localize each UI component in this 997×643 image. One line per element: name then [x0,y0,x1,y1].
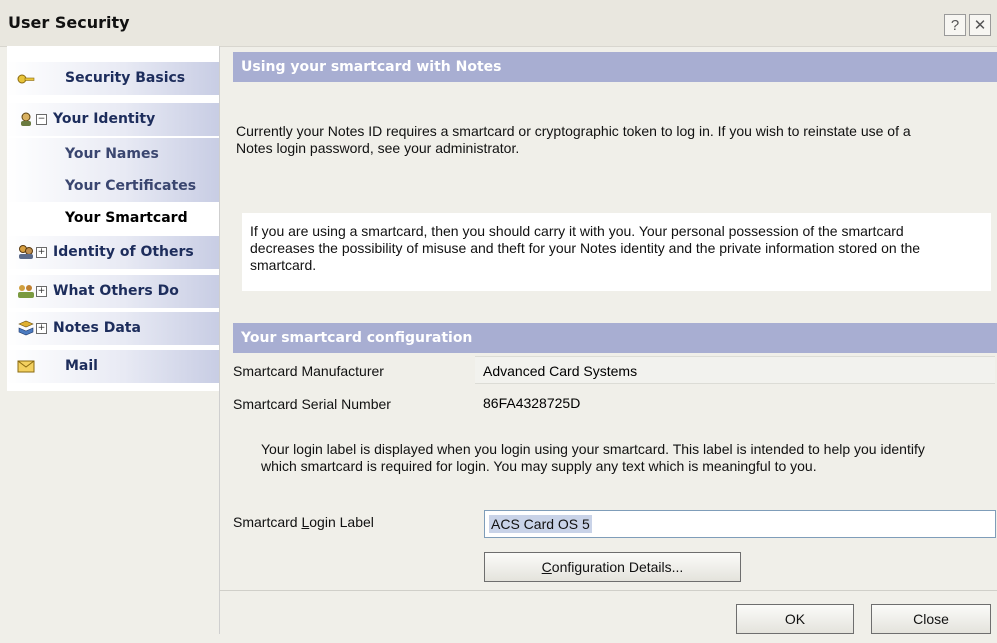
info-text: If you are using a smartcard, then you s… [250,223,921,273]
manufacturer-label: Smartcard Manufacturer [233,363,384,379]
sidebar-empty-area [7,391,219,634]
identity-icon [17,111,35,127]
sidebar-item-your-certificates[interactable]: Your Certificates [7,170,219,202]
serial-number-value: 86FA4328725D [475,389,995,417]
sidebar-item-label: Notes Data [53,320,141,336]
group-icon [17,283,35,299]
help-button[interactable]: ? [944,14,966,36]
sidebar-item-label: Security Basics [65,70,186,86]
close-button[interactable]: Close [871,604,991,634]
data-icon [17,320,35,336]
section-header-smartcard-config: Your smartcard configuration [233,323,997,353]
sidebar-item-notes-data[interactable]: + Notes Data [7,312,219,345]
serial-number-label: Smartcard Serial Number [233,396,391,412]
window-title: User Security [8,13,130,32]
configuration-details-button[interactable]: Configuration Details... [484,552,741,582]
sidebar-item-identity-of-others[interactable]: + Identity of Others [7,236,219,269]
login-label-help-text: Your login label is displayed when you l… [261,441,925,474]
title-bar: User Security ? ✕ [0,0,997,47]
sidebar-item-your-identity[interactable]: − Your Identity [7,103,219,136]
close-window-button[interactable]: ✕ [969,14,991,36]
sidebar-item-label: What Others Do [53,283,179,299]
main-panel: Using your smartcard with Notes Currentl… [219,46,997,643]
sidebar-item-label: Your Certificates [65,178,197,194]
sidebar-item-your-names[interactable]: Your Names [7,138,219,170]
expand-toggle[interactable]: + [36,323,47,334]
intro-text: Currently your Notes ID requires a smart… [236,123,911,156]
login-label-input[interactable]: ACS Card OS 5 [484,510,996,538]
people-icon [17,244,35,260]
key-icon [17,70,35,86]
login-label-caption: Smartcard Login Label [233,514,374,530]
expand-toggle[interactable]: + [36,286,47,297]
login-label-value: ACS Card OS 5 [489,515,592,533]
manufacturer-value: Advanced Card Systems [475,356,995,384]
sidebar-item-label: Mail [65,358,98,374]
sidebar-item-label: Your Names [65,146,159,162]
sidebar-item-your-smartcard[interactable]: Your Smartcard [7,202,219,234]
expand-toggle[interactable]: + [36,247,47,258]
mail-icon [17,358,35,374]
sidebar-item-label: Your Smartcard [65,210,188,226]
sidebar-item-security-basics[interactable]: Security Basics [7,62,219,95]
sidebar-item-label: Your Identity [53,111,156,127]
sidebar-item-label: Identity of Others [53,244,194,260]
ok-button[interactable]: OK [736,604,854,634]
section-header-using-smartcard: Using your smartcard with Notes [233,52,997,82]
collapse-toggle[interactable]: − [36,114,47,125]
sidebar-nav: Security Basics − Your Identity Your Nam… [7,46,220,634]
sidebar-item-mail[interactable]: Mail [7,350,219,383]
sidebar-item-what-others-do[interactable]: + What Others Do [7,275,219,308]
info-box: If you are using a smartcard, then you s… [242,213,991,291]
footer-divider [219,590,997,591]
